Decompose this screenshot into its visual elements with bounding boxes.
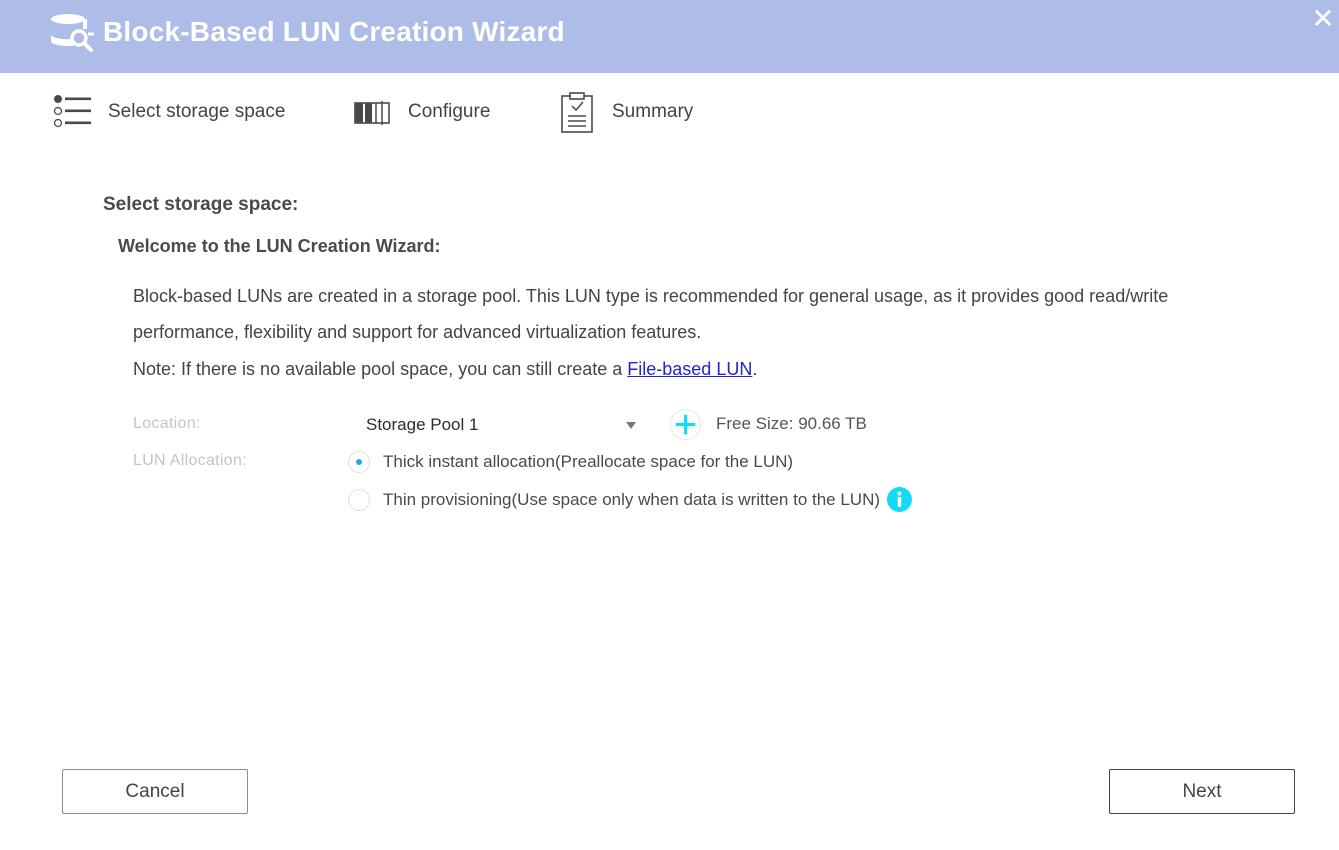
- section-title: Select storage space:: [103, 194, 299, 215]
- step-configure: Configure: [352, 90, 490, 134]
- window-title: Block-Based LUN Creation Wizard: [103, 16, 565, 47]
- location-select-value: Storage Pool 1: [366, 415, 479, 434]
- radio-button-unchecked[interactable]: [348, 488, 370, 511]
- step-label-select-storage: Select storage space: [108, 101, 286, 122]
- step-label-configure: Configure: [408, 101, 491, 122]
- lun-allocation-label: LUN Allocation:: [133, 452, 247, 469]
- radio-label-thick: Thick instant allocation(Preallocate spa…: [383, 452, 794, 471]
- note-suffix: .: [752, 359, 758, 379]
- description-text: Block-based LUNs are created in a storag…: [133, 286, 1169, 342]
- chevron-down-icon: [626, 421, 636, 429]
- welcome-title: Welcome to the LUN Creation Wizard:: [118, 236, 441, 256]
- wizard-titlebar: Block-Based LUN Creation Wizard ✕: [0, 0, 1339, 73]
- step-select-storage: Select storage space: [52, 90, 285, 134]
- cancel-button[interactable]: Cancel: [62, 769, 248, 814]
- location-label: Location:: [133, 415, 201, 432]
- radio-button-checked[interactable]: [348, 451, 370, 473]
- location-select[interactable]: Storage Pool 1: [356, 408, 646, 442]
- radio-thin-provisioning[interactable]: Thin provisioning(Use space only when da…: [348, 487, 913, 512]
- next-button[interactable]: Next: [1109, 769, 1295, 814]
- list-steps-icon: [53, 95, 91, 128]
- info-icon[interactable]: [887, 487, 913, 512]
- lun-database-icon: [51, 14, 94, 52]
- free-size-text: Free Size: 90.66 TB: [716, 414, 867, 433]
- step-label-summary: Summary: [612, 101, 694, 122]
- step-summary: Summary: [556, 90, 693, 134]
- note-prefix: Note: If there is no available pool spac…: [133, 359, 628, 379]
- configure-bars-icon: [354, 101, 390, 125]
- clipboard-check-icon: [561, 92, 593, 133]
- radio-label-thin: Thin provisioning(Use space only when da…: [383, 489, 881, 509]
- file-based-lun-link[interactable]: File-based LUN: [627, 359, 752, 379]
- add-pool-plus-icon[interactable]: [670, 409, 701, 440]
- note-text: Note: If there is no available pool spac…: [133, 359, 757, 380]
- radio-thick-allocation[interactable]: Thick instant allocation(Preallocate spa…: [348, 451, 793, 473]
- close-button[interactable]: ✕: [1310, 5, 1336, 33]
